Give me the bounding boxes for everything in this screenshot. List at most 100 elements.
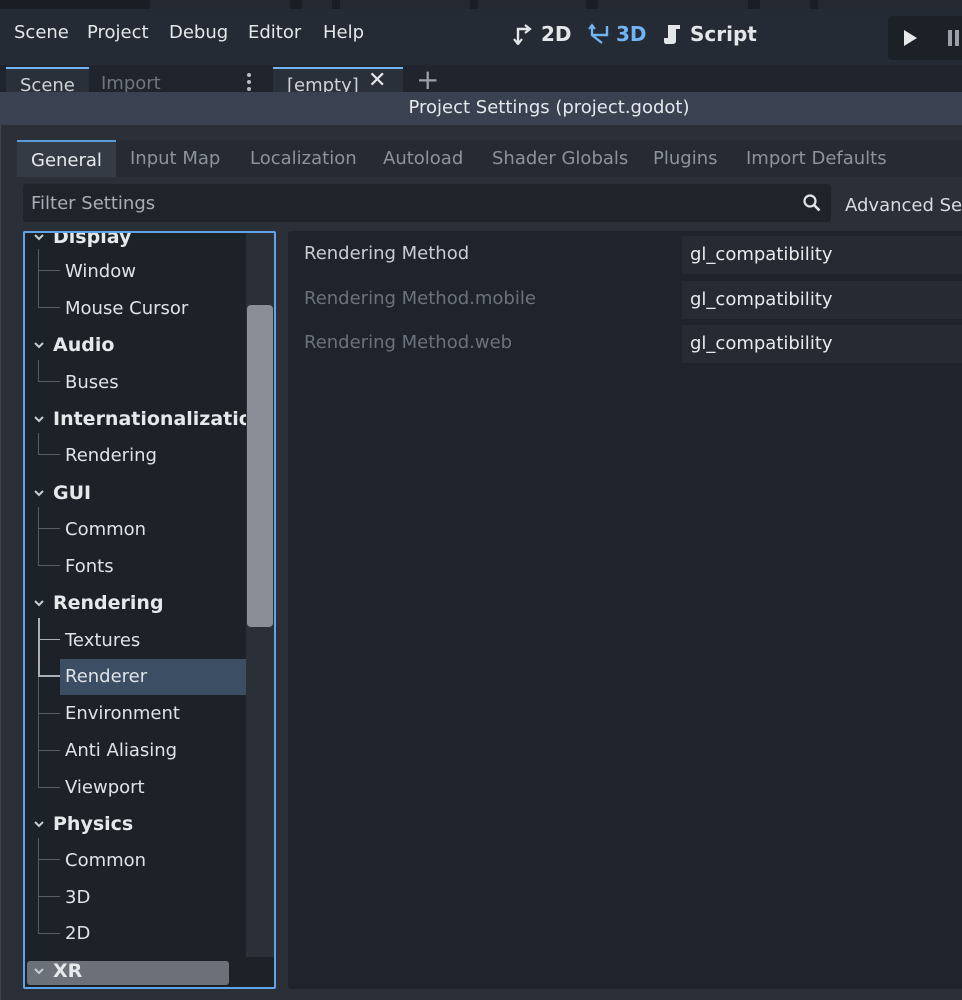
tree-section-label: XR <box>53 960 83 982</box>
mode-2d-button[interactable]: 2D <box>513 22 572 46</box>
tree-item-anti-aliasing[interactable]: Anti Aliasing <box>65 740 177 761</box>
tree-connector <box>38 677 60 714</box>
tree-item-gui-common[interactable]: Common <box>65 519 146 540</box>
2d-viewport-icon <box>513 24 532 45</box>
mode-script-label: Script <box>690 22 757 46</box>
property-value-dropdown[interactable]: gl_compatibility <box>682 325 962 363</box>
mode-script-button[interactable]: Script <box>662 22 757 46</box>
tree-connector <box>38 838 60 860</box>
filter-settings-field <box>23 184 831 222</box>
window-top-strip <box>0 0 962 9</box>
tree-section-label: Internationalization <box>53 408 266 430</box>
chevron-down-icon <box>34 968 44 975</box>
tree-connector <box>38 433 60 455</box>
menu-bar: Scene Project Debug Editor Help 2D 3D Sc… <box>0 9 962 65</box>
pause-icon[interactable] <box>948 30 952 46</box>
script-icon <box>664 25 680 44</box>
tree-connector <box>38 249 60 271</box>
tree-item-physics-common[interactable]: Common <box>65 850 146 871</box>
tree-item-buses[interactable]: Buses <box>65 372 119 393</box>
mode-3d-label: 3D <box>616 22 647 46</box>
scene-dock-tabs: Scene Import [empty] <box>0 65 962 96</box>
tab-import-defaults[interactable]: Import Defaults <box>746 140 887 177</box>
mode-2d-label: 2D <box>541 22 572 46</box>
tab-plugins[interactable]: Plugins <box>653 140 717 177</box>
3d-viewport-icon <box>588 23 609 44</box>
tree-section-internationalization[interactable]: Internationalization <box>33 408 265 430</box>
tree-connector <box>38 507 60 529</box>
tree-connector <box>38 751 60 788</box>
tree-section-physics[interactable]: Physics <box>33 813 133 835</box>
tree-section-audio[interactable]: Audio <box>33 334 114 356</box>
tree-item-viewport[interactable]: Viewport <box>65 777 145 798</box>
close-icon[interactable]: ✕ <box>368 70 386 92</box>
tree-item-physics-2d[interactable]: 2D <box>65 923 90 944</box>
tree-connector <box>38 529 60 566</box>
menu-help[interactable]: Help <box>323 22 364 43</box>
tree-section-gui[interactable]: GUI <box>33 482 91 504</box>
tab-shader-globals[interactable]: Shader Globals <box>492 140 628 177</box>
menu-scene[interactable]: Scene <box>14 22 69 43</box>
tree-connector <box>38 860 60 897</box>
dialog-body: General Input Map Localization Autoload … <box>1 125 962 1000</box>
tree-item-intl-rendering[interactable]: Rendering <box>65 445 157 466</box>
tree-section-label: Physics <box>53 813 134 835</box>
dialog-titlebar[interactable]: Project Settings (project.godot) <box>1 92 962 125</box>
tree-scrollbar-thumb[interactable] <box>247 305 273 627</box>
tree-connector <box>38 271 60 308</box>
run-toolbar <box>888 16 962 60</box>
menu-editor[interactable]: Editor <box>248 22 301 43</box>
tab-general[interactable]: General <box>17 140 116 177</box>
tab-input-map[interactable]: Input Map <box>130 140 220 177</box>
chevron-down-icon <box>34 234 44 241</box>
tab-scene[interactable]: Scene <box>6 67 89 96</box>
tree-connector <box>38 897 60 934</box>
tree-connector <box>38 360 60 382</box>
settings-tabbar: General Input Map Localization Autoload … <box>17 140 962 177</box>
add-tab-icon[interactable]: + <box>416 66 439 94</box>
property-label: Rendering Method <box>304 243 470 264</box>
property-value-dropdown[interactable]: gl_compatibility <box>682 281 962 319</box>
settings-tree-list: Display Window Mouse Cursor Audio Buses … <box>25 231 265 987</box>
menu-project[interactable]: Project <box>87 22 149 43</box>
tree-item-fonts[interactable]: Fonts <box>65 556 114 577</box>
chevron-down-icon <box>34 600 44 607</box>
tree-connector <box>38 618 60 640</box>
tree-section-xr[interactable]: XR <box>33 960 82 982</box>
project-settings-dialog: Project Settings (project.godot) General… <box>0 92 962 1000</box>
property-label: Rendering Method.web <box>304 332 513 353</box>
property-value-dropdown[interactable]: gl_compatibility <box>682 236 962 274</box>
tab-import[interactable]: Import <box>87 67 175 95</box>
kebab-menu-icon[interactable] <box>247 73 251 77</box>
chevron-down-icon <box>34 821 44 828</box>
search-icon[interactable] <box>803 194 821 212</box>
tab-localization[interactable]: Localization <box>250 140 357 177</box>
chevron-down-icon <box>34 416 44 423</box>
filter-settings-input[interactable] <box>23 184 793 222</box>
property-label: Rendering Method.mobile <box>304 288 536 309</box>
menu-debug[interactable]: Debug <box>169 22 228 43</box>
tree-connector <box>38 640 60 677</box>
tree-section-rendering[interactable]: Rendering <box>33 592 164 614</box>
chevron-down-icon <box>34 490 44 497</box>
tree-item-mouse-cursor[interactable]: Mouse Cursor <box>65 298 188 319</box>
tree-item-environment[interactable]: Environment <box>65 703 180 724</box>
tree-section-label: Rendering <box>53 592 164 614</box>
chevron-down-icon <box>34 342 44 349</box>
tab-autoload[interactable]: Autoload <box>383 140 463 177</box>
tree-section-label: Audio <box>53 334 115 356</box>
tree-section-label: GUI <box>53 482 92 504</box>
mode-3d-button[interactable]: 3D <box>588 22 647 46</box>
play-icon[interactable] <box>904 30 917 46</box>
dialog-title: Project Settings (project.godot) <box>408 97 690 118</box>
tree-section-display[interactable]: Display <box>33 231 132 248</box>
tree-item-textures[interactable]: Textures <box>65 630 140 651</box>
tree-section-label: Display <box>53 231 132 248</box>
tree-connector <box>38 714 60 751</box>
settings-tree: Display Window Mouse Cursor Audio Buses … <box>23 231 276 989</box>
tree-item-window[interactable]: Window <box>65 261 136 282</box>
settings-property-panel: Rendering Method gl_compatibility Render… <box>288 231 962 989</box>
tree-item-renderer[interactable]: Renderer <box>60 659 250 695</box>
advanced-settings-toggle[interactable]: Advanced Set <box>845 195 962 216</box>
tree-item-physics-3d[interactable]: 3D <box>65 887 90 908</box>
